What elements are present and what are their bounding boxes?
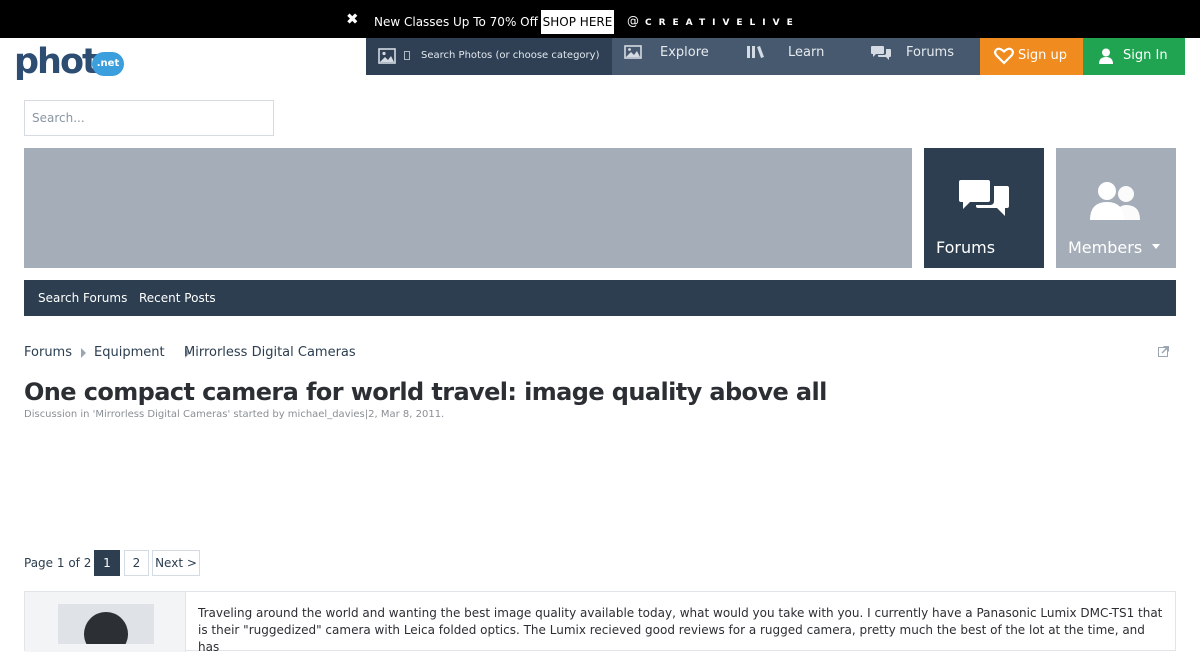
sign-in-button[interactable]: Sign In [1083,38,1185,75]
thread-title: One compact camera for world travel: ima… [24,378,827,406]
members-tile[interactable]: Members [1056,148,1176,268]
post-author-sidebar [25,592,186,652]
ad-banner [24,148,912,268]
search-forums-link[interactable]: Search Forums [38,290,127,306]
site-search-input[interactable] [24,100,274,136]
post: Traveling around the world and wanting t… [24,591,1176,654]
members-icon [1090,182,1140,220]
page-link[interactable]: 2 [124,550,149,576]
close-icon[interactable]: ✖ [346,11,359,27]
photo-search-placeholder: Search Photos (or choose category) [421,50,600,61]
sign-up-button[interactable]: Sign up [980,38,1083,75]
avatar[interactable] [58,604,154,644]
external-link-icon[interactable] [1158,345,1170,357]
promo-message: New Classes Up To 70% Off [374,15,538,29]
next-page-link[interactable]: Next > [152,550,200,576]
nav-learn[interactable]: Learn [746,38,846,75]
nav-forums[interactable]: Forums [870,38,970,75]
post-body: Traveling around the world and wanting t… [198,606,1163,654]
breadcrumb-item[interactable]: Forums [24,344,72,362]
nav-learn-label: Learn [788,45,825,60]
heart-icon [994,47,1014,65]
photo-search[interactable]: Search Photos (or choose category) [366,38,612,75]
shop-here-button[interactable]: SHOP HERE [541,10,614,34]
creativelive-wordmark: CREATIVELIVE [645,18,800,28]
person-icon [1099,48,1113,64]
image-icon [378,48,396,64]
sign-in-label: Sign In [1123,48,1168,63]
at-sign: @ [627,14,639,28]
recent-posts-link[interactable]: Recent Posts [139,290,216,306]
chat-bubbles-icon [871,46,891,60]
avatar-silhouette [84,612,128,644]
chat-bubbles-icon [959,180,1009,216]
top-navigation: Search Photos (or choose category) Explo… [366,38,980,75]
page-indicator: Page 1 of 2 [24,556,92,570]
chevron-down-icon[interactable] [1152,244,1160,249]
creativelive-logo[interactable]: @ CREATIVELIVE [627,13,800,31]
nav-explore[interactable]: Explore [624,38,734,75]
sign-up-label: Sign up [1018,48,1067,63]
breadcrumb-item[interactable]: Equipment [94,344,165,362]
forums-tile-label: Forums [936,238,996,257]
books-icon [747,46,764,58]
promo-bar: ✖ New Classes Up To 70% Off SHOP HERE @ C… [0,0,1200,38]
picture-icon [624,45,642,59]
forums-tile[interactable]: Forums [924,148,1044,268]
nav-forums-label: Forums [906,45,954,60]
members-tile-label: Members [1068,238,1143,257]
logo-badge: .net [92,52,124,76]
category-toggle-icon[interactable] [404,51,410,60]
site-logo[interactable]: photo .net [14,42,124,84]
breadcrumb-arrow-icon [81,348,86,358]
breadcrumb-item-current[interactable]: Mirrorless Digital Cameras [184,344,356,362]
forum-tabs-bar: Search Forums Recent Posts [24,280,1176,316]
page-link-current[interactable]: 1 [94,550,120,576]
thread-meta: Discussion in 'Mirrorless Digital Camera… [24,409,445,420]
nav-explore-label: Explore [660,45,709,60]
